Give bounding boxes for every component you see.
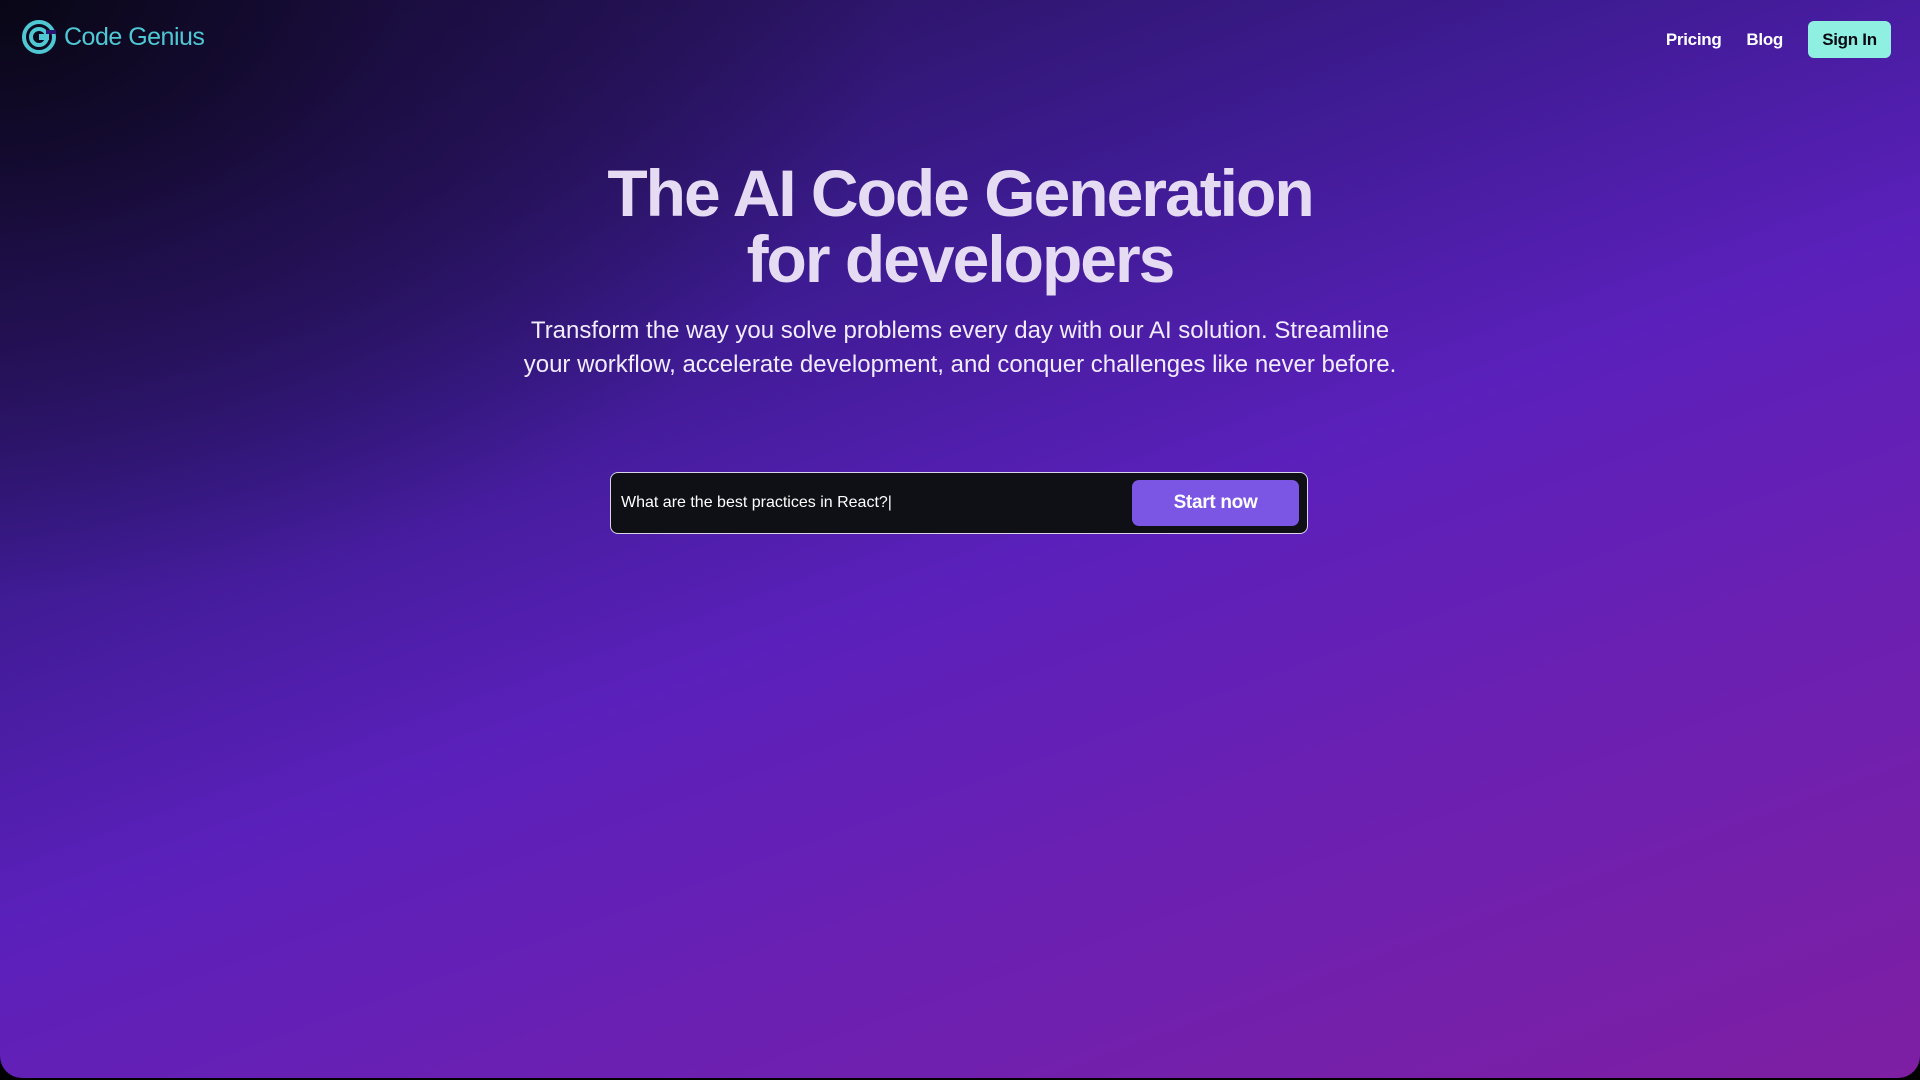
start-now-button[interactable]: Start now [1132,480,1299,526]
landing-page: Code Genius Pricing Blog Sign In The AI … [0,0,1920,1078]
code-genius-logo-icon [22,20,56,54]
nav-link-pricing[interactable]: Pricing [1666,30,1722,50]
hero-title-line-1: The AI Code Generation [607,156,1314,230]
hero-title: The AI Code Generation for developers [0,160,1920,292]
brand-logo-link[interactable]: Code Genius [22,20,205,54]
brand-name: Code Genius [64,22,205,51]
sign-in-button[interactable]: Sign In [1808,21,1891,58]
prompt-input[interactable] [621,486,1121,520]
nav-links: Pricing Blog Sign In [1666,21,1891,58]
top-navbar: Code Genius Pricing Blog Sign In [0,0,1920,80]
hero-title-line-2: for developers [746,222,1176,296]
nav-link-blog[interactable]: Blog [1746,30,1783,50]
prompt-form: Start now [610,472,1308,534]
hero-subtitle: Transform the way you solve problems eve… [523,317,1397,378]
